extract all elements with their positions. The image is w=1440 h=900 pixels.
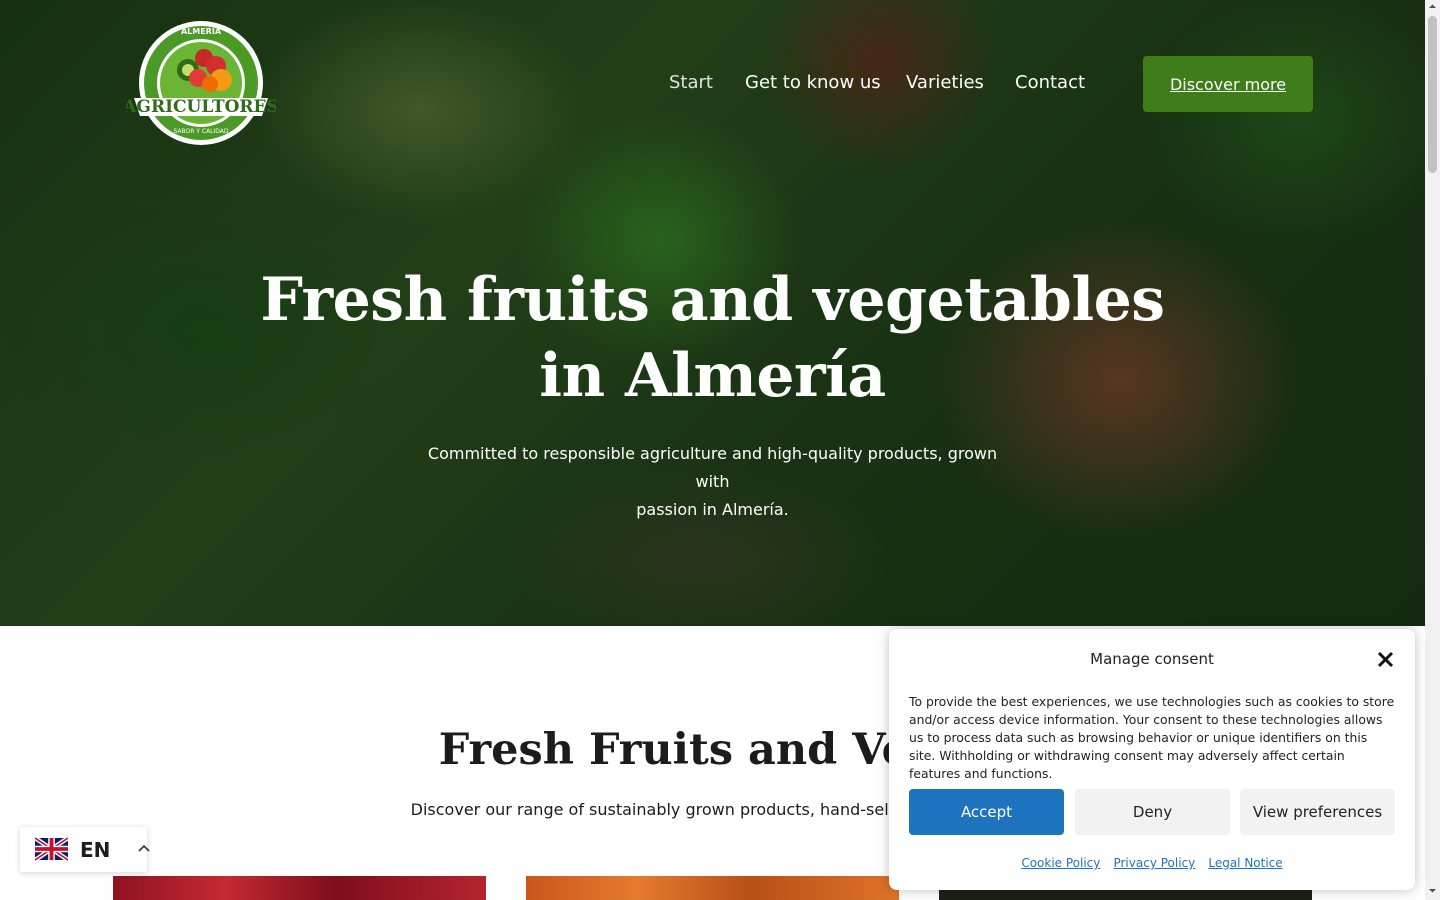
logo-banner-text: AGRICULTORES <box>126 97 276 117</box>
scrollbar-thumb[interactable] <box>1428 16 1437 173</box>
chevron-up-icon <box>138 844 150 852</box>
privacy-policy-link[interactable]: Privacy Policy <box>1113 856 1195 870</box>
view-preferences-button[interactable]: View preferences <box>1240 789 1395 835</box>
hero-title-line2: in Almería <box>539 341 886 411</box>
hero-subtitle-line2: passion in Almería. <box>636 500 789 519</box>
scrollbar[interactable] <box>1425 0 1440 900</box>
legal-notice-link[interactable]: Legal Notice <box>1208 856 1282 870</box>
cookie-policy-link[interactable]: Cookie Policy <box>1021 856 1100 870</box>
nav-varieties[interactable]: Varieties <box>906 72 984 93</box>
scroll-down-arrow-icon[interactable] <box>1428 886 1437 895</box>
nav-contact[interactable]: Contact <box>1015 72 1085 93</box>
scroll-up-arrow-icon[interactable] <box>1428 2 1437 11</box>
consent-dialog: Manage consent To provide the best exper… <box>889 629 1415 890</box>
hero-subtitle-line1: Committed to responsible agriculture and… <box>427 444 998 491</box>
language-code: EN <box>80 838 111 862</box>
consent-text: To provide the best experiences, we use … <box>909 694 1395 781</box>
hero-subtitle: Committed to responsible agriculture and… <box>415 440 1010 524</box>
consent-links: Cookie Policy Privacy Policy Legal Notic… <box>889 852 1415 871</box>
discover-more-button[interactable]: Discover more <box>1143 56 1313 112</box>
hero-section: ALMERÍA AGRICULTORES SABOR Y CALIDAD Sta… <box>0 0 1425 626</box>
hero-title: Fresh fruits and vegetables in Almería <box>0 262 1425 414</box>
nav-start[interactable]: Start <box>669 72 713 93</box>
product-card-carrots[interactable] <box>526 876 899 900</box>
product-card-pomegranates[interactable] <box>113 876 486 900</box>
accept-button[interactable]: Accept <box>909 789 1064 835</box>
consent-title: Manage consent <box>1090 650 1214 668</box>
close-icon[interactable] <box>1377 651 1394 668</box>
logo-arc-top: ALMERÍA <box>181 25 222 36</box>
logo-arc-bottom: SABOR Y CALIDAD <box>173 128 228 135</box>
hero-title-line1: Fresh fruits and vegetables <box>260 265 1165 335</box>
uk-flag-icon <box>35 836 68 862</box>
nav-get-to-know-us[interactable]: Get to know us <box>745 72 881 93</box>
deny-button[interactable]: Deny <box>1075 789 1230 835</box>
language-switcher[interactable]: EN <box>20 827 150 872</box>
